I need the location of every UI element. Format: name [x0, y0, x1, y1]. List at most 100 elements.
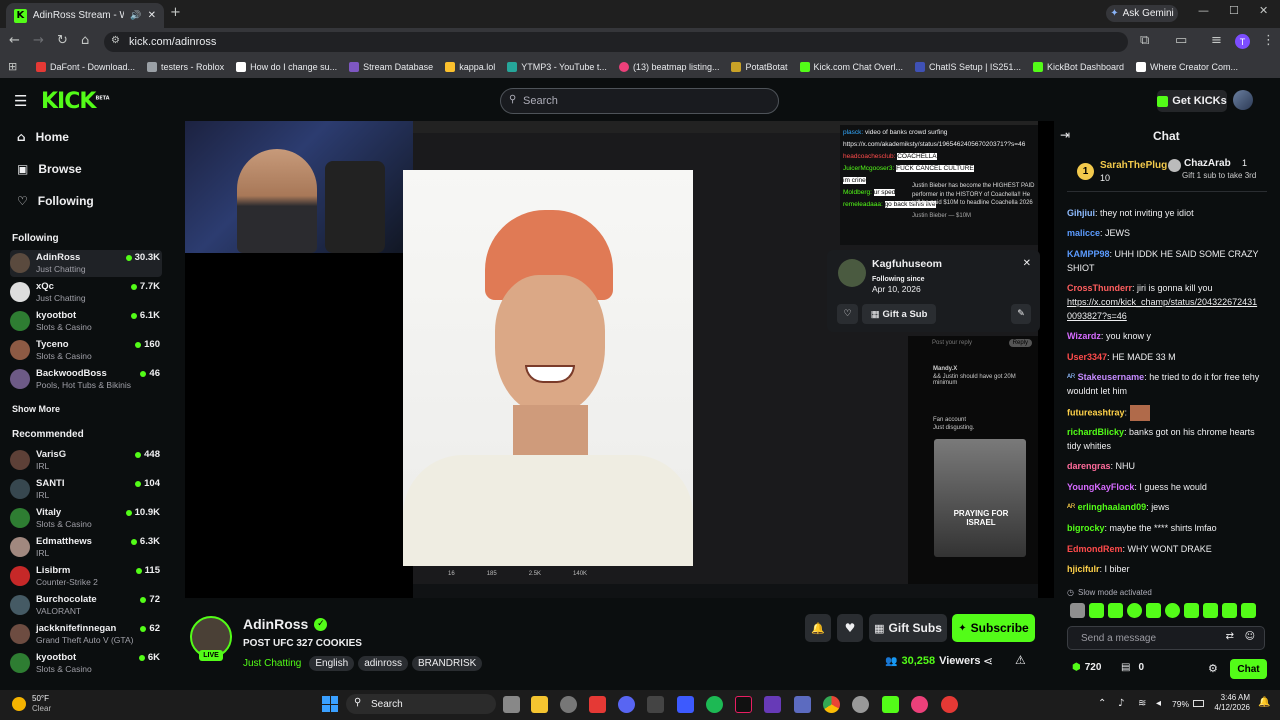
gift-subs-button[interactable]: ▦ Gift Subs — [869, 614, 947, 642]
app-purple-icon[interactable] — [764, 696, 781, 713]
chat-username[interactable]: darengras — [1067, 461, 1111, 471]
search-input[interactable]: ⚲ Search — [500, 88, 779, 114]
sidebar-channel-santi[interactable]: SANTI IRL 104 — [10, 476, 162, 503]
taskbar-search[interactable]: ⚲ Search — [346, 694, 496, 714]
windows-start-icon[interactable] — [322, 696, 338, 712]
stream-category-link[interactable]: Just Chatting — [243, 658, 301, 669]
bookmark-item[interactable]: PotatBotat — [731, 62, 788, 72]
gift-take-third[interactable]: Gift 1 sub to take 3rd — [1182, 171, 1262, 180]
app-red-icon[interactable] — [941, 696, 958, 713]
sidebar-channel-jackknifefinnegan[interactable]: jackknifefinnegan Grand Theft Auto V (GT… — [10, 621, 162, 648]
kick-logo[interactable]: KICKBETA — [41, 89, 110, 114]
hamburger-menu-icon[interactable]: ☰ — [14, 92, 27, 110]
tag-adinross[interactable]: adinross — [358, 656, 408, 671]
bookmark-item[interactable]: How do I change su... — [236, 62, 337, 72]
kick-taskbar-icon[interactable] — [882, 696, 899, 713]
subscribe-button[interactable]: ✦ Subscribe — [952, 614, 1035, 642]
back-icon[interactable]: ← — [9, 33, 20, 48]
sidebar-channel-kyootbot[interactable]: kyootbot Slots & Casino 6.1K — [10, 308, 162, 335]
usercard-gift-sub-button[interactable]: ▦ Gift a Sub — [862, 304, 936, 324]
bookmark-item[interactable]: kappa.lol — [445, 62, 495, 72]
translate-icon[interactable]: ⇄ — [1226, 631, 1234, 642]
emote-icon[interactable] — [1146, 603, 1161, 618]
profile-avatar[interactable]: T — [1235, 34, 1250, 49]
share-icon[interactable]: ⋖ — [983, 654, 993, 668]
tiktok-icon[interactable] — [735, 696, 752, 713]
chat-link[interactable]: https://x.com/kick_champ/status/20432267… — [1067, 296, 1262, 323]
get-kicks-button[interactable]: Get KICKs — [1157, 90, 1227, 112]
notification-icon[interactable]: 🔔 — [1258, 697, 1270, 708]
app-icon[interactable] — [852, 696, 869, 713]
spotify-icon[interactable] — [706, 696, 723, 713]
chat-username[interactable]: KAMPP98 — [1067, 249, 1110, 259]
usercard-mod-button[interactable]: ✎ — [1011, 304, 1031, 324]
minimize-icon[interactable]: — — [1198, 4, 1209, 17]
app-icon[interactable] — [560, 696, 577, 713]
emote-icon[interactable] — [1127, 603, 1142, 618]
chat-username[interactable]: erlinghaaland09 — [1078, 502, 1147, 512]
follow-button[interactable]: ♥ — [837, 614, 863, 642]
emote-icon[interactable] — [1222, 603, 1237, 618]
chat-username[interactable]: richardBlicky — [1067, 427, 1124, 437]
notifications-button[interactable]: 🔔 — [805, 614, 831, 642]
forward-icon[interactable]: → — [33, 33, 44, 48]
chat-username[interactable]: hjicifulr — [1067, 564, 1100, 574]
extensions-icon[interactable]: ⧉ — [1140, 33, 1149, 48]
emote-icon[interactable] — [1089, 603, 1104, 618]
bookmark-item[interactable]: Stream Database — [349, 62, 433, 72]
emote-icon[interactable] — [1203, 603, 1218, 618]
bookmark-item[interactable]: ChatIS Setup | IS251... — [915, 62, 1021, 72]
leader-name[interactable]: SarahThePlug — [1100, 160, 1167, 171]
chat-username[interactable]: futureashtray — [1067, 407, 1125, 417]
chat-username[interactable]: User3347 — [1067, 352, 1107, 362]
emote-icon[interactable] — [1108, 603, 1123, 618]
emote-icon[interactable] — [1241, 603, 1256, 618]
new-tab-icon[interactable]: + — [170, 5, 181, 20]
battery-percent[interactable]: 79% — [1172, 699, 1189, 709]
nav-browse[interactable]: ▣ Browse — [17, 162, 82, 176]
wifi-icon[interactable]: ≋ — [1138, 698, 1146, 709]
mic-icon[interactable]: ♪ — [1118, 698, 1124, 709]
sidebar-channel-vitaly[interactable]: Vitaly Slots & Casino 10.9K — [10, 505, 162, 532]
clock[interactable]: 3:46 AM 4/12/2026 — [1210, 693, 1250, 713]
chat-username[interactable]: Gihjiui — [1067, 208, 1095, 218]
sidebar-channel-adinross[interactable]: AdinRoss Just Chatting 30.3K — [10, 250, 162, 277]
sidebar-channel-xqc[interactable]: xQc Just Chatting 7.7K — [10, 279, 162, 306]
usercard-close-icon[interactable]: ✕ — [1023, 258, 1031, 269]
bookmark-item[interactable]: DaFont - Download... — [36, 62, 135, 72]
chat-username[interactable]: Stakeusername — [1078, 372, 1145, 382]
maximize-icon[interactable]: ☐ — [1229, 4, 1239, 17]
report-icon[interactable]: ⚠ — [1015, 653, 1026, 667]
chat-username[interactable]: EdmondRem — [1067, 544, 1123, 554]
bookmark-item[interactable]: Where Creator Com... — [1136, 62, 1238, 72]
chat-username[interactable]: malicce — [1067, 228, 1100, 238]
sidebar-channel-backwoodboss[interactable]: BackwoodBoss Pools, Hot Tubs & Bikinis 4… — [10, 366, 162, 393]
chat-settings-icon[interactable]: ⚙ — [1208, 662, 1218, 675]
weather-widget[interactable]: 50°F Clear — [12, 694, 51, 714]
chat-username[interactable]: YoungKayFlock — [1067, 482, 1134, 492]
discord-icon[interactable] — [618, 696, 635, 713]
app-blue-icon[interactable] — [677, 696, 694, 713]
tab-close-icon[interactable]: ✕ — [148, 10, 156, 21]
bookmark-item[interactable]: YTMP3 - YouTube t... — [507, 62, 607, 72]
cast-icon[interactable]: ▭ — [1175, 33, 1187, 48]
ask-gemini-button[interactable]: ✦ Ask Gemini — [1106, 5, 1178, 22]
emote-icon[interactable] — [1184, 603, 1199, 618]
nav-home[interactable]: ⌂ Home — [17, 130, 69, 144]
bookmark-item[interactable]: (13) beatmap listing... — [618, 62, 719, 72]
kicks-balance[interactable]: ⬢ 720 — [1072, 662, 1101, 673]
app-red-l-icon[interactable] — [589, 696, 606, 713]
emote-icon[interactable] — [1070, 603, 1085, 618]
bookmark-item[interactable]: KickBot Dashboard — [1032, 62, 1124, 72]
address-bar[interactable]: ⚙ kick.com/adinross — [104, 32, 1128, 52]
menu-lines-icon[interactable]: ≡ — [1211, 33, 1222, 48]
app-icon[interactable] — [647, 696, 664, 713]
bookmark-item[interactable]: testers - Roblox — [147, 62, 224, 72]
nav-following[interactable]: ♡ Following — [17, 194, 94, 208]
site-info-icon[interactable]: ⚙ — [111, 35, 120, 46]
streamer-name[interactable]: AdinRoss ✓ — [243, 616, 328, 632]
emote-icon[interactable] — [1165, 603, 1180, 618]
sidebar-channel-lisibrm[interactable]: Lisibrm Counter-Strike 2 115 — [10, 563, 162, 590]
home-icon[interactable]: ⌂ — [81, 33, 89, 48]
chat-username[interactable]: Wizardz — [1067, 331, 1101, 341]
